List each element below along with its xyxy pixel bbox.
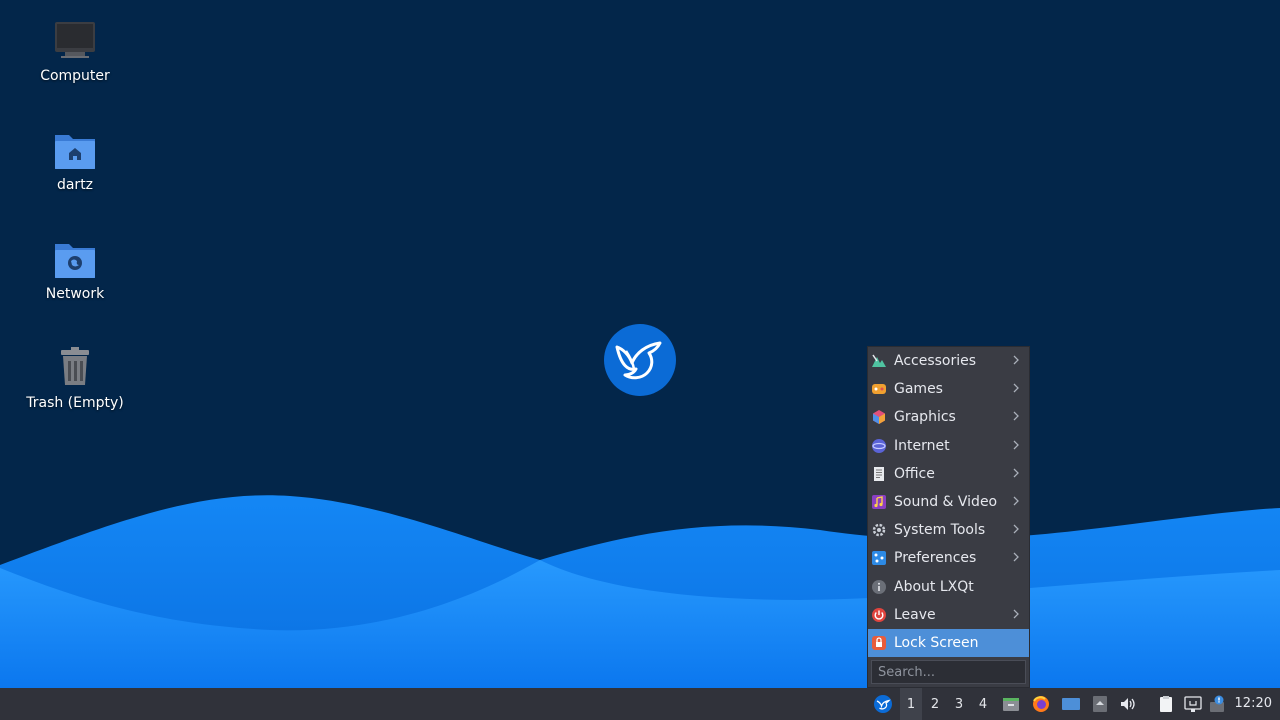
menu-item-leave[interactable]: Leave: [868, 601, 1029, 629]
taskbar: 1 2 3 4 12:20: [0, 688, 1280, 720]
menu-item-accessories[interactable]: Accessories: [868, 347, 1029, 375]
desktop-icon: [1062, 698, 1080, 710]
menu-item-label: About LXQt: [894, 578, 974, 595]
menu-item-label: Graphics: [894, 409, 956, 426]
file-manager-icon: [1003, 698, 1019, 711]
menu-search-input[interactable]: [871, 660, 1026, 684]
desktop[interactable]: Computer dartz Network Trash (Empty) Acc…: [0, 0, 1280, 688]
chevron-right-icon: [1013, 355, 1019, 365]
lubuntu-menu-icon: [874, 695, 892, 713]
volume-button[interactable]: [1117, 688, 1139, 720]
menu-item-label: Sound & Video: [894, 494, 998, 511]
preferences-icon: [872, 551, 886, 566]
menu-item-label: System Tools: [894, 522, 986, 539]
workspace-label: 4: [978, 696, 988, 712]
desktop-icon-label: Computer: [40, 68, 110, 84]
chevron-right-icon: [1013, 552, 1019, 562]
lubuntu-logo-icon: [604, 324, 676, 396]
menu-item-graphics[interactable]: Graphics: [868, 403, 1029, 431]
workspace-3-button[interactable]: 3: [948, 688, 970, 720]
chevron-right-icon: [1013, 496, 1019, 506]
tray-expand-button[interactable]: [1089, 688, 1111, 720]
internet-icon: [872, 438, 886, 453]
menu-item-label: Games: [894, 381, 943, 398]
desktop-icon-label: Network: [45, 286, 105, 302]
clipboard-button[interactable]: [1155, 688, 1177, 720]
firefox-icon: [1033, 696, 1049, 712]
workspace-1-button[interactable]: 1: [900, 688, 922, 720]
desktop-icon-label: dartz: [56, 177, 94, 193]
workspace-label: 1: [906, 696, 916, 712]
workspace-4-button[interactable]: 4: [972, 688, 994, 720]
chevron-right-icon: [1013, 524, 1019, 534]
update-notification-icon: [1210, 695, 1224, 712]
file-manager-launcher[interactable]: [1000, 688, 1022, 720]
chevron-right-icon: [1013, 468, 1019, 478]
accessories-icon: [872, 354, 886, 368]
menu-item-lock-screen[interactable]: Lock Screen: [868, 628, 1029, 658]
office-icon: [874, 466, 884, 481]
menu-item-system-tools[interactable]: System Tools: [868, 516, 1029, 544]
home-folder-icon: [55, 135, 95, 169]
workspace-label: 3: [954, 696, 964, 712]
graphics-icon: [873, 410, 885, 425]
network-wired-icon: [1184, 696, 1202, 712]
computer-icon: [55, 22, 95, 58]
update-notifier-button[interactable]: [1207, 688, 1229, 720]
menu-item-preferences[interactable]: Preferences: [868, 544, 1029, 572]
sound-video-icon: [872, 495, 886, 510]
workspace-label: 2: [930, 696, 940, 712]
chevron-right-icon: [1013, 383, 1019, 393]
desktop-icon-computer[interactable]: Computer: [15, 18, 135, 84]
menu-item-label: Lock Screen: [894, 634, 979, 651]
menu-item-about-lxqt[interactable]: About LXQt: [868, 573, 1029, 601]
chevron-right-icon: [1013, 440, 1019, 450]
menu-item-label: Accessories: [894, 353, 977, 370]
menu-item-internet[interactable]: Internet: [868, 432, 1029, 460]
trash-icon: [61, 347, 89, 385]
desktop-icon-label: Trash (Empty): [26, 395, 124, 411]
show-desktop-button[interactable]: [1060, 688, 1082, 720]
menu-item-label: Preferences: [894, 550, 977, 567]
clipboard-icon: [1160, 696, 1172, 712]
desktop-icon-home[interactable]: dartz: [15, 127, 135, 193]
workspace-2-button[interactable]: 2: [924, 688, 946, 720]
network-folder-icon: [55, 244, 95, 278]
desktop-icon-trash[interactable]: Trash (Empty): [15, 345, 135, 411]
menu-item-games[interactable]: Games: [868, 375, 1029, 403]
about-icon: [872, 579, 886, 594]
menu-item-office[interactable]: Office: [868, 460, 1029, 488]
clock[interactable]: 12:20: [1235, 688, 1272, 720]
menu-item-sound-video[interactable]: Sound & Video: [868, 488, 1029, 516]
application-menu: Accessories Games Graphics Internet Offi…: [867, 346, 1030, 688]
firefox-launcher[interactable]: [1030, 688, 1052, 720]
tray-arrow-icon: [1093, 696, 1107, 712]
speaker-icon: [1121, 698, 1135, 710]
games-icon: [872, 384, 886, 395]
desktop-icon-network[interactable]: Network: [15, 236, 135, 302]
chevron-right-icon: [1013, 609, 1019, 619]
power-icon: [872, 607, 886, 622]
system-tools-icon: [872, 523, 886, 537]
main-menu-button[interactable]: [870, 688, 896, 720]
lock-icon: [872, 635, 886, 650]
menu-item-label: Internet: [894, 437, 950, 454]
network-status-button[interactable]: [1182, 688, 1204, 720]
menu-item-label: Leave: [894, 606, 936, 623]
menu-item-label: Office: [894, 465, 935, 482]
chevron-right-icon: [1013, 411, 1019, 421]
